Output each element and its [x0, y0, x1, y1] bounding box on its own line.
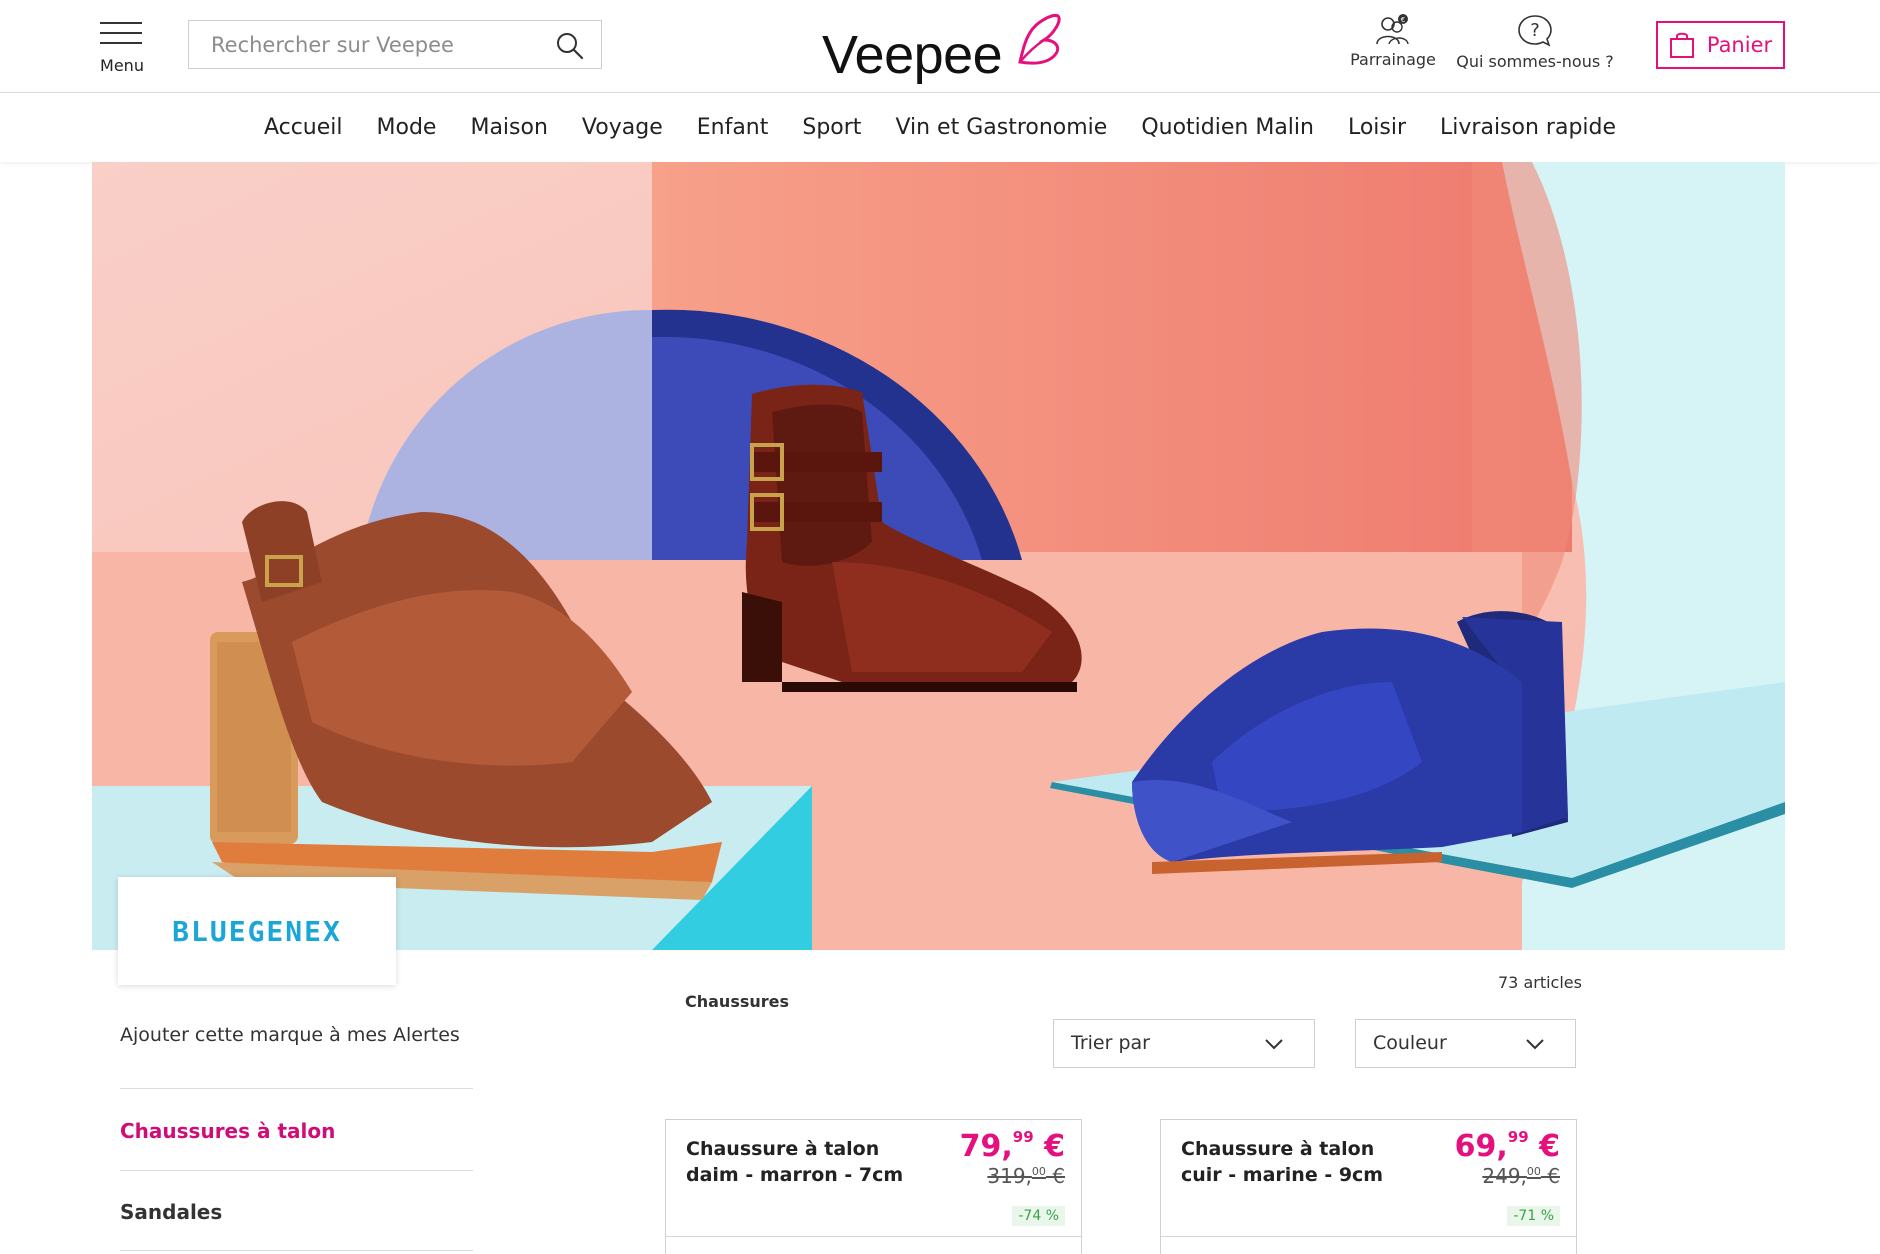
cart-button[interactable]: Panier: [1656, 21, 1785, 69]
card-divider: [666, 1236, 1081, 1237]
price-decimals: 99: [1012, 1128, 1034, 1146]
brand-logo-card[interactable]: BLUEGENEX: [118, 877, 396, 985]
product-name: Chaussure à talon daim - marron - 7cm: [686, 1138, 904, 1186]
logo-text: Veepee: [822, 25, 1003, 85]
hamburger-icon-bar: [100, 42, 142, 44]
about-label: Qui sommes-nous ?: [1456, 52, 1614, 71]
chevron-down-icon: [1265, 1039, 1283, 1050]
about-link[interactable]: ? Qui sommes-nous ?: [1455, 14, 1615, 71]
sidebar-item-sandales[interactable]: Sandales: [120, 1200, 222, 1224]
nav-item-maison[interactable]: Maison: [453, 115, 564, 140]
menu-button[interactable]: Menu: [100, 22, 144, 75]
search-box: [188, 20, 602, 69]
sort-select[interactable]: Trier par: [1053, 1019, 1315, 1068]
nav-item-accueil[interactable]: Accueil: [247, 115, 360, 140]
card-divider: [1161, 1236, 1576, 1237]
hamburger-icon-bar: [100, 32, 142, 34]
old-price-currency: €: [1045, 1164, 1065, 1188]
shopping-bag-icon: [1669, 32, 1694, 58]
help-question-icon: ?: [1518, 15, 1552, 47]
product-price: 79,99 €: [960, 1128, 1065, 1164]
chevron-down-icon: [1526, 1039, 1544, 1050]
product-old-price: 319,00 €: [987, 1164, 1065, 1188]
nav-item-mode[interactable]: Mode: [360, 115, 454, 140]
price-currency: €: [1528, 1129, 1560, 1164]
color-filter-select[interactable]: Couleur: [1355, 1019, 1576, 1068]
sidebar-divider: [120, 1170, 473, 1171]
discount-badge: -71 %: [1507, 1206, 1560, 1226]
product-name: Chaussure à talon cuir - marine - 9cm: [1181, 1138, 1384, 1186]
referral-icon: €: [1376, 14, 1409, 45]
price-int: 79,: [959, 1129, 1013, 1164]
nav-item-loisir[interactable]: Loisir: [1331, 115, 1423, 140]
parrainage-label: Parrainage: [1350, 50, 1436, 69]
price-int: 69,: [1454, 1129, 1508, 1164]
top-header: Menu Veepee € Parrainage ? Qui so: [0, 0, 1880, 93]
article-count: 73 articles: [1498, 973, 1582, 992]
nav-item-voyage[interactable]: Voyage: [565, 115, 680, 140]
brand-alert-link[interactable]: Ajouter cette marque à mes Alertes: [120, 1024, 460, 1046]
color-select-label: Couleur: [1373, 1032, 1447, 1054]
product-card[interactable]: Chaussure à talon daim - marron - 7cm 79…: [665, 1119, 1082, 1254]
hero-shoes-image: [92, 162, 1785, 950]
sidebar-divider: [120, 1088, 473, 1089]
product-card[interactable]: Chaussure à talon cuir - marine - 9cm 69…: [1160, 1119, 1577, 1254]
search-icon[interactable]: [555, 31, 585, 61]
veepee-logo[interactable]: Veepee: [820, 10, 1070, 85]
nav-item-enfant[interactable]: Enfant: [680, 115, 786, 140]
nav-item-quotidien-malin[interactable]: Quotidien Malin: [1124, 115, 1331, 140]
product-old-price: 249,00 €: [1482, 1164, 1560, 1188]
menu-label: Menu: [100, 56, 144, 75]
nav-item-vin-gastronomie[interactable]: Vin et Gastronomie: [878, 115, 1124, 140]
cart-label: Panier: [1706, 33, 1773, 57]
search-input[interactable]: [211, 31, 541, 59]
sort-select-label: Trier par: [1071, 1032, 1150, 1054]
bluegenex-logo: BLUEGENEX: [172, 914, 342, 948]
old-price-int: 249,: [1482, 1164, 1527, 1188]
product-price: 69,99 €: [1455, 1128, 1560, 1164]
parrainage-link[interactable]: € Parrainage: [1348, 14, 1438, 69]
butterfly-logo-icon: [1018, 14, 1061, 65]
sidebar-divider: [120, 1250, 473, 1251]
old-price-decimals: 00: [1526, 1165, 1541, 1178]
hamburger-icon: [100, 22, 142, 24]
old-price-decimals: 00: [1031, 1165, 1046, 1178]
svg-text:?: ?: [1530, 20, 1540, 41]
price-currency: €: [1033, 1129, 1065, 1164]
price-decimals: 99: [1507, 1128, 1529, 1146]
nav-item-sport[interactable]: Sport: [785, 115, 878, 140]
hero-banner: [92, 162, 1785, 950]
category-nav: Accueil Mode Maison Voyage Enfant Sport …: [0, 93, 1880, 162]
svg-text:€: €: [1401, 16, 1405, 24]
sidebar-item-chaussures-a-talon[interactable]: Chaussures à talon: [120, 1119, 335, 1143]
old-price-currency: €: [1540, 1164, 1560, 1188]
old-price-int: 319,: [987, 1164, 1032, 1188]
discount-badge: -74 %: [1012, 1206, 1065, 1226]
nav-item-livraison-rapide[interactable]: Livraison rapide: [1423, 115, 1633, 140]
section-title: Chaussures: [685, 992, 790, 1011]
